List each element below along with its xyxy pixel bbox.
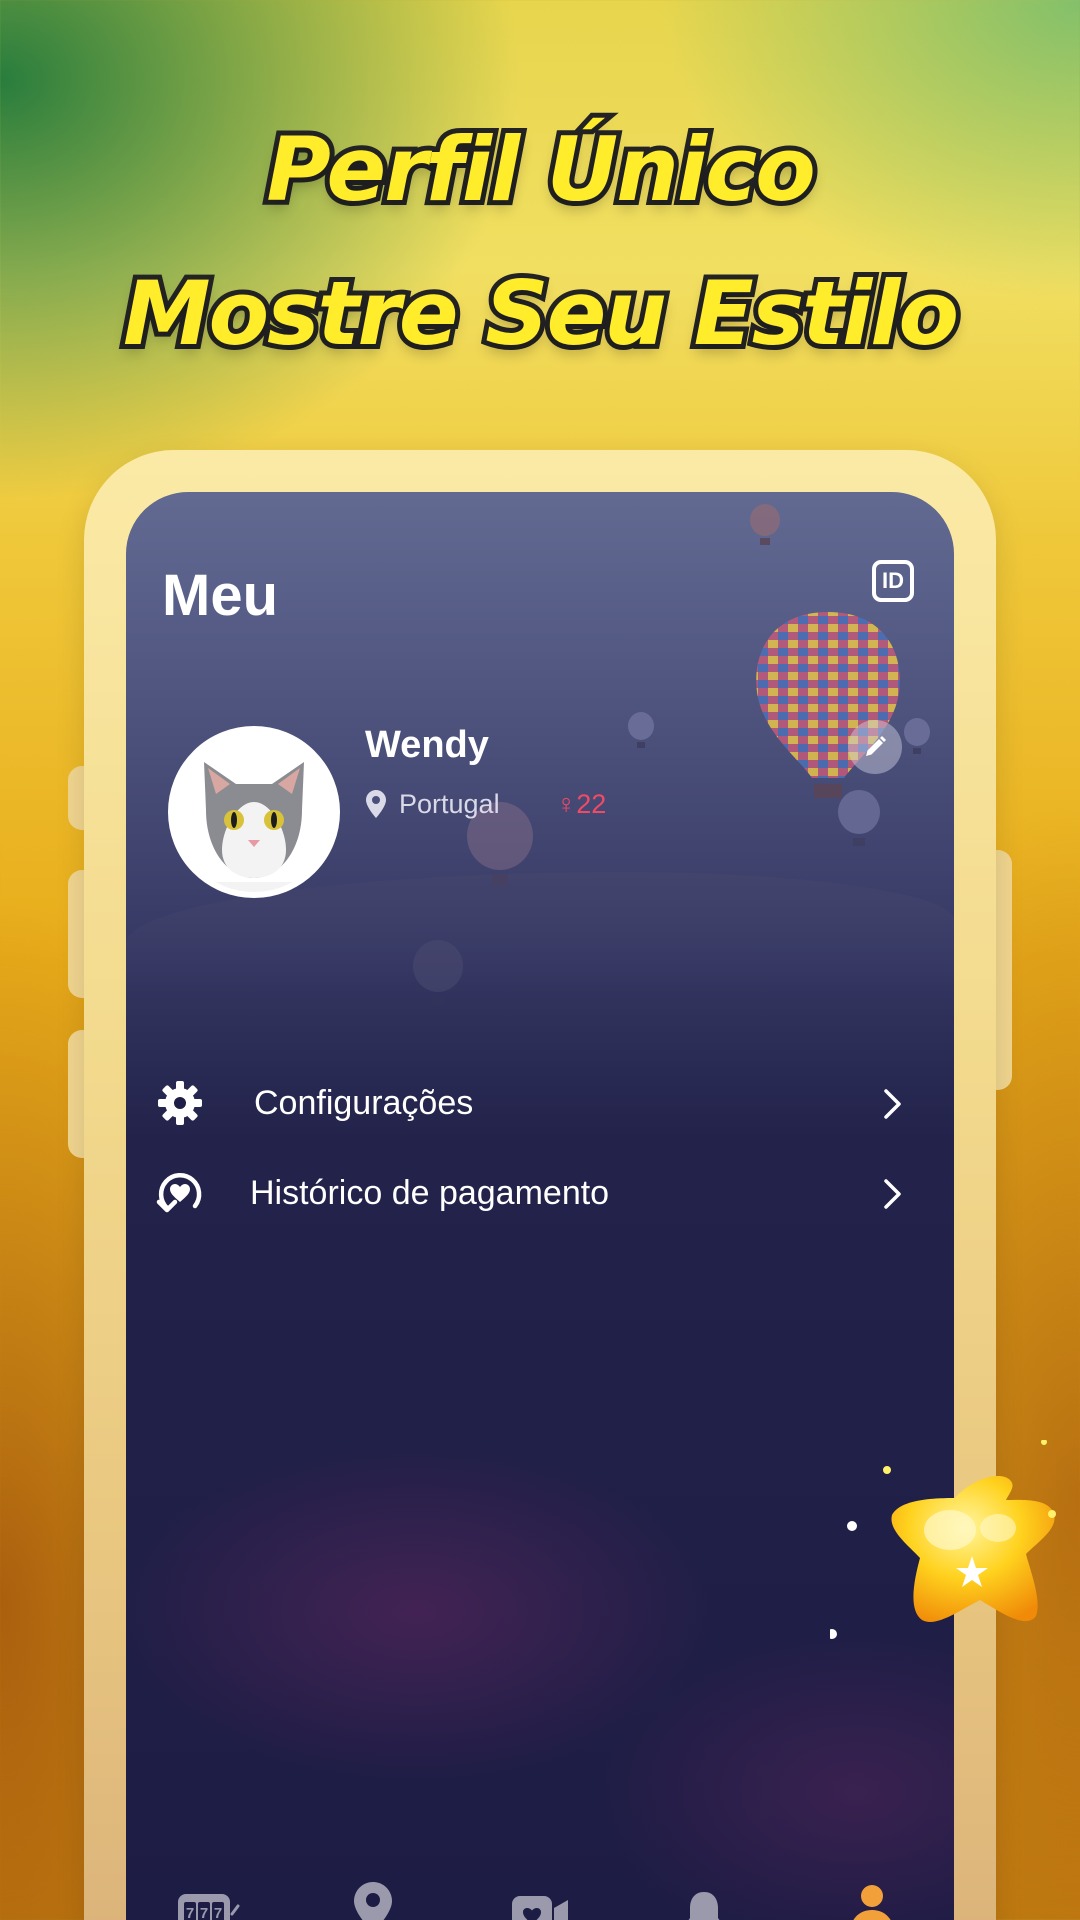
- age-text: 22: [576, 788, 607, 819]
- gear-icon: [154, 1077, 206, 1129]
- balloon-decoration: [628, 712, 654, 748]
- balloon-decoration: [750, 504, 780, 545]
- gender-age-badge: ♀ 22: [556, 786, 606, 822]
- female-icon: ♀: [556, 788, 577, 819]
- menu-item-settings[interactable]: Configurações: [154, 1068, 934, 1138]
- svg-text:7: 7: [200, 1905, 208, 1920]
- avatar[interactable]: [168, 726, 340, 898]
- svg-text:7: 7: [214, 1905, 222, 1920]
- location-pin-icon: [366, 790, 386, 818]
- headline-line-1: Perfil Único: [261, 113, 820, 226]
- tab-video[interactable]: [510, 1892, 570, 1920]
- pencil-icon: [866, 736, 886, 756]
- bell-icon: [688, 1892, 720, 1920]
- payment-history-icon: [154, 1167, 206, 1219]
- chevron-right-icon: [884, 1179, 901, 1209]
- tab-slots[interactable]: 7 7 7: [176, 1890, 240, 1920]
- menu-item-label: Configurações: [254, 1083, 474, 1122]
- svg-text:7: 7: [186, 1905, 194, 1920]
- menu-item-payment-history[interactable]: Histórico de pagamento: [154, 1158, 934, 1228]
- cat-avatar-image: [174, 732, 334, 892]
- phone-screen: Meu ID Wendy Portugal ♀ 22 Configurações…: [126, 492, 954, 1920]
- slot-machine-icon: 7 7 7: [178, 1894, 240, 1920]
- tab-notifications[interactable]: [682, 1888, 726, 1920]
- location-pin-icon: [354, 1882, 392, 1920]
- tab-nearby[interactable]: [352, 1880, 394, 1920]
- balloon-decoration: [413, 940, 463, 1005]
- chevron-right-icon: [884, 1089, 901, 1119]
- person-icon: [853, 1885, 891, 1920]
- balloon-decoration: [904, 718, 930, 754]
- menu-item-label: Histórico de pagamento: [250, 1173, 610, 1212]
- large-balloon-decoration: [756, 612, 900, 798]
- bottom-tab-bar: 7 7 7: [126, 1874, 954, 1920]
- edit-profile-button[interactable]: [848, 720, 902, 774]
- profile-name: Wendy: [365, 724, 489, 766]
- headline-line-2: Mostre Seu Estilo: [118, 257, 964, 370]
- video-heart-icon: [512, 1896, 568, 1920]
- balloon-decoration: [838, 790, 880, 846]
- location-text: Portugal: [399, 788, 500, 819]
- id-card-icon[interactable]: ID: [872, 560, 914, 602]
- star-mascot-decoration: [830, 1440, 1056, 1639]
- location-row: Portugal: [365, 786, 500, 822]
- tab-profile[interactable]: [848, 1882, 896, 1920]
- page-title: Meu: [162, 563, 278, 628]
